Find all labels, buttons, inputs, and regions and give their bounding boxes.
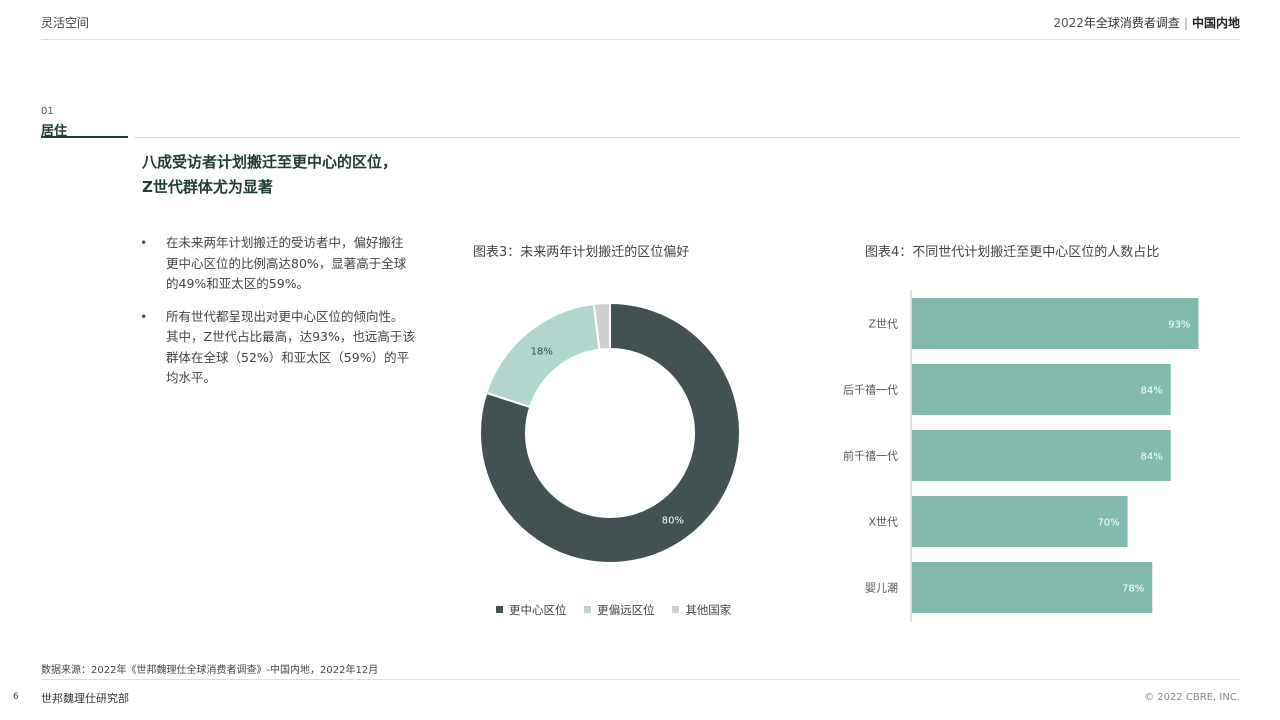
bar-category-label: 前千禧一代 bbox=[843, 449, 898, 463]
bar-data-label: 84% bbox=[1140, 452, 1162, 463]
report-year: 2022 bbox=[1053, 16, 1084, 30]
report-name: 年全球消费者调查 bbox=[1083, 16, 1180, 30]
report-title: 2022年全球消费者调查 | 中国内地 bbox=[1053, 14, 1240, 31]
bullet-list: • 在未来两年计划搬迁的受访者中，偏好搬往更中心区位的比例高达80%，显著高于全… bbox=[140, 233, 415, 401]
header-title: 灵活空间 bbox=[41, 16, 90, 30]
data-source: 数据来源：2022年《世邦魏理仕全球消费者调查》-中国内地，2022年12月 bbox=[41, 665, 379, 676]
legend-item: 其他国家 bbox=[672, 602, 731, 618]
donut-chart-title: 图表3：未来两年计划搬迁的区位偏好 bbox=[473, 245, 690, 260]
bar bbox=[912, 430, 1171, 481]
headline: 八成受访者计划搬迁至更中心的区位， Z世代群体尤为显著 bbox=[142, 150, 472, 200]
bullet-text: 在未来两年计划搬迁的受访者中，偏好搬往更中心区位的比例高达80%，显著高于全球的… bbox=[166, 235, 407, 291]
section-divider bbox=[134, 137, 1240, 138]
bar bbox=[912, 496, 1128, 547]
footer-org: 世邦魏理仕研究部 bbox=[41, 692, 129, 705]
legend-swatch bbox=[584, 606, 592, 613]
bullet-marker: • bbox=[140, 308, 148, 324]
legend-item: 更中心区位 bbox=[496, 602, 567, 618]
bar-chart: Z世代 93% 后千禧一代 84% 前千禧一代 84% X世代 70% 婴儿潮 78% bbox=[843, 290, 1199, 622]
header-divider bbox=[41, 39, 1240, 40]
bar-category-label: 后千禧一代 bbox=[843, 384, 898, 397]
legend-label: 更偏远区位 bbox=[597, 603, 655, 617]
page-number: 6 bbox=[13, 692, 19, 702]
bar-chart-title: 图表4：不同世代计划搬迁至更中心区位的人数占比 bbox=[865, 245, 1160, 260]
donut-data-label: 18% bbox=[531, 347, 553, 358]
legend-item: 更偏远区位 bbox=[584, 602, 655, 618]
legend-swatch bbox=[496, 606, 503, 613]
headline-line-2: Z世代群体尤为显著 bbox=[142, 178, 273, 196]
bar bbox=[912, 298, 1199, 349]
bullet-marker: • bbox=[140, 235, 148, 250]
donut-chart: 80% 18% bbox=[479, 301, 741, 564]
bullet-text: 所有世代都呈现出对更中心区位的倾向性。其中，Z世代占比最高，达93%，也远高于该… bbox=[166, 308, 415, 386]
section-title-underline bbox=[41, 136, 128, 138]
bar-category-label: X世代 bbox=[868, 516, 898, 529]
donut-data-label: 80% bbox=[662, 516, 684, 527]
donut-legend: 更中心区位 更偏远区位 其他国家 bbox=[496, 602, 745, 618]
legend-label: 其他国家 bbox=[685, 603, 732, 617]
bar-data-label: 93% bbox=[1168, 320, 1190, 331]
bullet-item: • 所有世代都呈现出对更中心区位的倾向性。其中，Z世代占比最高，达93%，也远高… bbox=[140, 307, 415, 389]
legend-swatch bbox=[672, 606, 680, 613]
bar bbox=[912, 364, 1171, 415]
report-region: 中国内地 bbox=[1191, 16, 1240, 30]
bar-data-label: 84% bbox=[1140, 386, 1162, 397]
legend-label: 更中心区位 bbox=[509, 603, 567, 617]
header-separator: | bbox=[1183, 16, 1188, 30]
footer-divider bbox=[41, 679, 1240, 680]
copyright: © 2022 CBRE, INC. bbox=[1144, 692, 1240, 703]
bar-category-label: 婴儿潮 bbox=[865, 581, 898, 595]
section-number: 01 bbox=[41, 106, 54, 117]
bar-data-label: 78% bbox=[1122, 584, 1144, 595]
bar-data-label: 70% bbox=[1097, 518, 1119, 529]
bar bbox=[912, 562, 1153, 613]
headline-line-1: 八成受访者计划搬迁至更中心的区位， bbox=[142, 153, 398, 171]
bar-category-label: Z世代 bbox=[868, 318, 898, 331]
bullet-item: • 在未来两年计划搬迁的受访者中，偏好搬往更中心区位的比例高达80%，显著高于全… bbox=[140, 233, 415, 295]
